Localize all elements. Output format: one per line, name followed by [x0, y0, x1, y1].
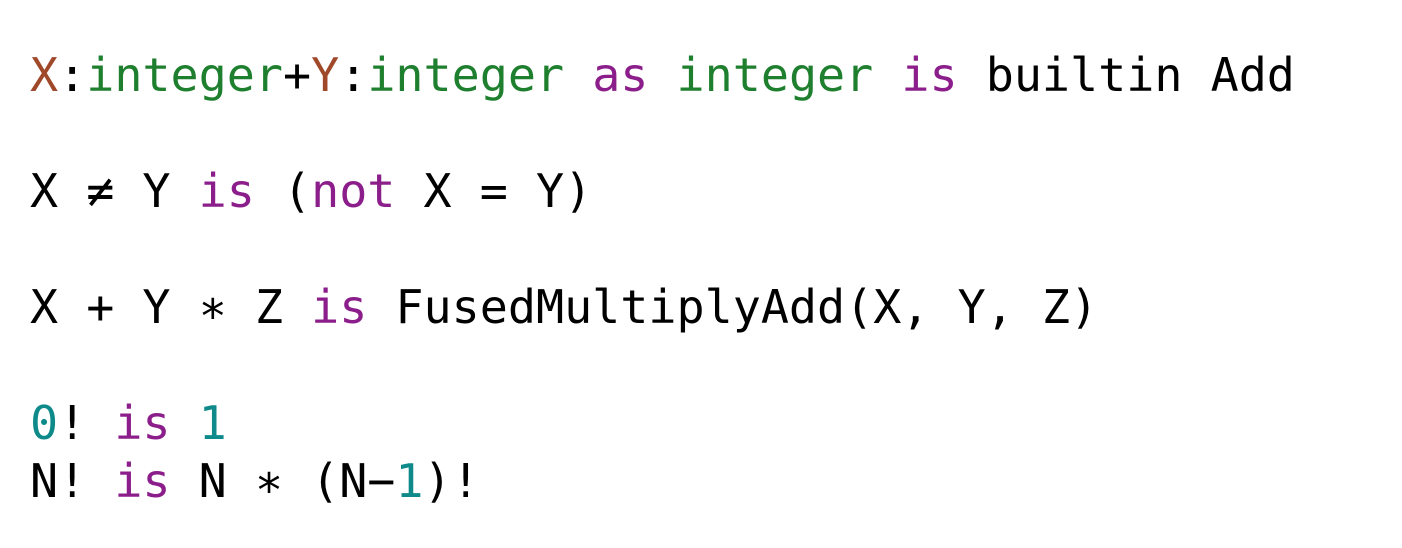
code-token-number: 1	[198, 397, 227, 451]
code-token-plain: !	[58, 397, 115, 451]
code-token-plain: :	[58, 49, 87, 103]
code-token-keyword: is	[114, 455, 171, 509]
code-token-plain: X = Y)	[395, 165, 593, 219]
code-token-number: 1	[395, 455, 424, 509]
code-token-keyword: is	[114, 397, 171, 451]
code-token-keyword: as	[592, 49, 649, 103]
code-token-number: 0	[30, 397, 59, 451]
code-token-type: integer	[86, 49, 283, 103]
code-token-variable: Y	[311, 49, 340, 103]
code-token-plain: (	[254, 165, 312, 219]
code-token-plain: :	[339, 49, 368, 103]
code-token-plain: X + Y ∗ Z	[30, 281, 312, 335]
code-token-keyword: not	[311, 165, 396, 219]
code-token-keyword: is	[901, 49, 958, 103]
code-line: X:integer+Y:integer as integer is builti…	[30, 47, 1295, 105]
code-token-plain: FusedMultiplyAdd(X, Y, Z)	[367, 281, 1099, 335]
code-token-plain: N!	[30, 455, 115, 509]
code-line: 0! is 1	[30, 395, 1295, 453]
code-token-type: integer	[676, 49, 874, 103]
code-line: X + Y ∗ Z is FusedMultiplyAdd(X, Y, Z)	[30, 279, 1295, 337]
code-line: X ≠ Y is (not X = Y)	[30, 163, 1295, 221]
code-token-keyword: is	[311, 281, 368, 335]
code-token-plain: +	[282, 49, 312, 103]
code-token-plain: N ∗ (N−	[170, 455, 396, 509]
code-token-plain: )!	[423, 455, 480, 509]
code-token-keyword: is	[198, 165, 255, 219]
code-token-plain: builtin Add	[957, 49, 1295, 103]
code-token-type: integer	[367, 49, 565, 103]
code-block: X:integer+Y:integer as integer is builti…	[30, 47, 1295, 511]
code-token-plain: X ≠ Y	[30, 165, 199, 219]
code-line: N! is N ∗ (N−1)!	[30, 453, 1295, 511]
code-token-variable: X	[30, 49, 59, 103]
